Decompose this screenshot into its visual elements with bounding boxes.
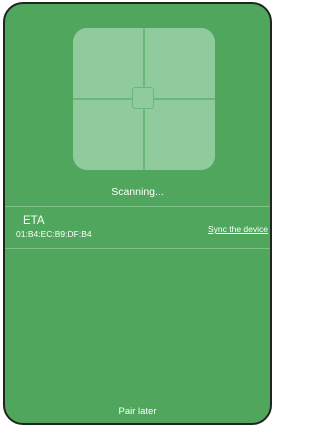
scan-frame xyxy=(73,28,215,170)
pair-later-button[interactable]: Pair later xyxy=(5,406,270,417)
scan-screen: Scanning... ETA 01:B4:EC:B9:DF:B4 Sync t… xyxy=(3,2,272,425)
scan-target-icon xyxy=(132,87,154,109)
device-list-item: ETA 01:B4:EC:B9:DF:B4 Sync the device xyxy=(5,207,270,248)
device-name: ETA xyxy=(23,215,45,227)
divider xyxy=(5,248,270,249)
device-mac-address: 01:B4:EC:B9:DF:B4 xyxy=(16,229,92,239)
scanning-status: Scanning... xyxy=(111,186,164,198)
sync-device-link[interactable]: Sync the device xyxy=(208,224,268,234)
